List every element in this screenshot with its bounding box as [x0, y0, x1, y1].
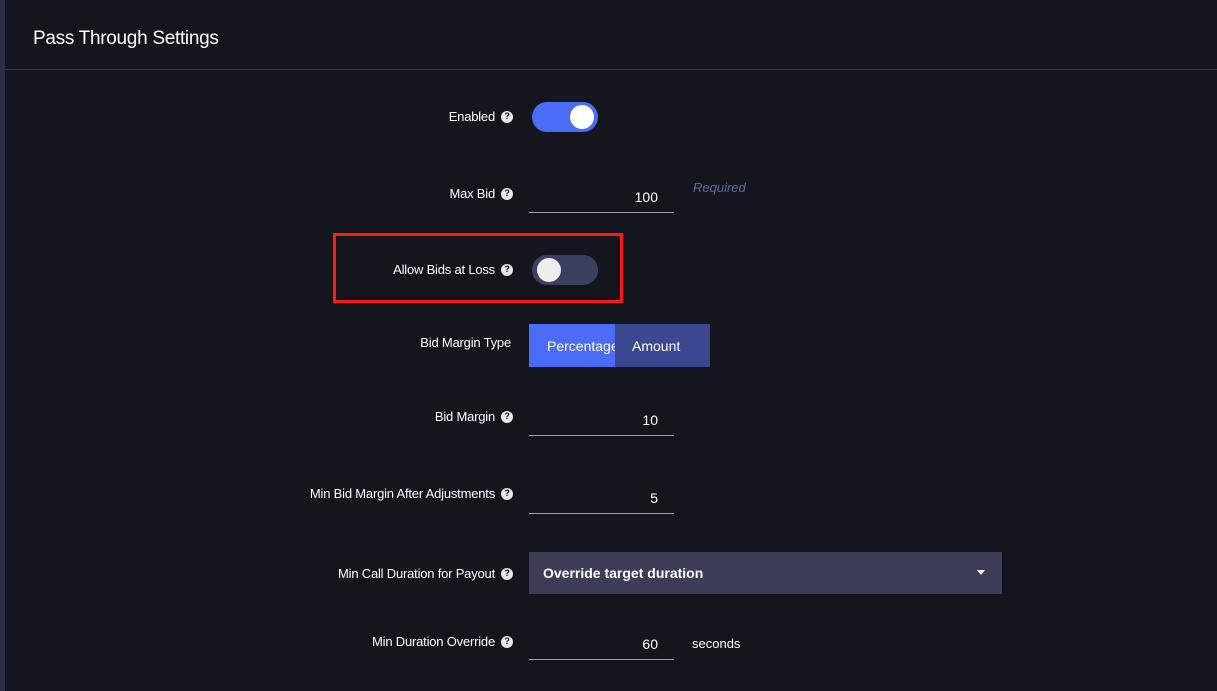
max-bid-input[interactable]: 100 — [529, 181, 674, 213]
allow-bids-at-loss-toggle[interactable] — [532, 255, 598, 285]
section-title: Pass Through Settings — [33, 28, 219, 49]
pass-through-settings-panel: Pass Through Settings Enabled ? Max Bid … — [0, 0, 1217, 691]
amount-option-button[interactable]: Amount — [615, 324, 710, 367]
chevron-down-icon — [977, 570, 985, 575]
min-call-duration-label: Min Call Duration for Payout ? — [338, 566, 513, 581]
help-circle-icon[interactable]: ? — [501, 487, 513, 500]
enabled-label: Enabled ? — [449, 109, 513, 124]
enabled-toggle[interactable] — [532, 102, 598, 132]
bid-margin-label: Bid Margin ? — [435, 409, 513, 424]
help-circle-icon[interactable]: ? — [501, 567, 513, 580]
help-circle-icon[interactable]: ? — [501, 635, 513, 648]
min-bid-margin-after-adjustments-label: Min Bid Margin After Adjustments ? — [310, 486, 513, 501]
help-circle-icon[interactable]: ? — [501, 263, 513, 276]
bid-margin-input[interactable]: 10 — [529, 404, 674, 436]
min-call-duration-select[interactable]: Override target duration — [529, 552, 1002, 594]
required-hint: Required — [693, 180, 746, 195]
select-value: Override target duration — [543, 565, 704, 581]
left-accent-bar — [0, 0, 5, 691]
bid-margin-type-segmented-control: Percentage Amount — [529, 324, 710, 367]
allow-bids-at-loss-label: Allow Bids at Loss ? — [393, 262, 513, 277]
help-circle-icon[interactable]: ? — [501, 187, 513, 200]
min-bid-margin-input[interactable]: 5 — [529, 482, 674, 514]
max-bid-label: Max Bid ? — [449, 186, 513, 201]
help-circle-icon[interactable]: ? — [501, 410, 513, 423]
help-circle-icon[interactable]: ? — [501, 110, 513, 123]
seconds-suffix: seconds — [692, 636, 741, 651]
min-duration-override-label: Min Duration Override ? — [372, 634, 513, 649]
percentage-option-button[interactable]: Percentage — [529, 324, 619, 367]
bid-margin-type-label: Bid Margin Type — [420, 335, 511, 350]
toggle-knob — [570, 105, 594, 129]
toggle-knob — [537, 258, 561, 282]
min-duration-override-input[interactable]: 60 — [529, 628, 674, 660]
header-divider — [5, 69, 1217, 70]
